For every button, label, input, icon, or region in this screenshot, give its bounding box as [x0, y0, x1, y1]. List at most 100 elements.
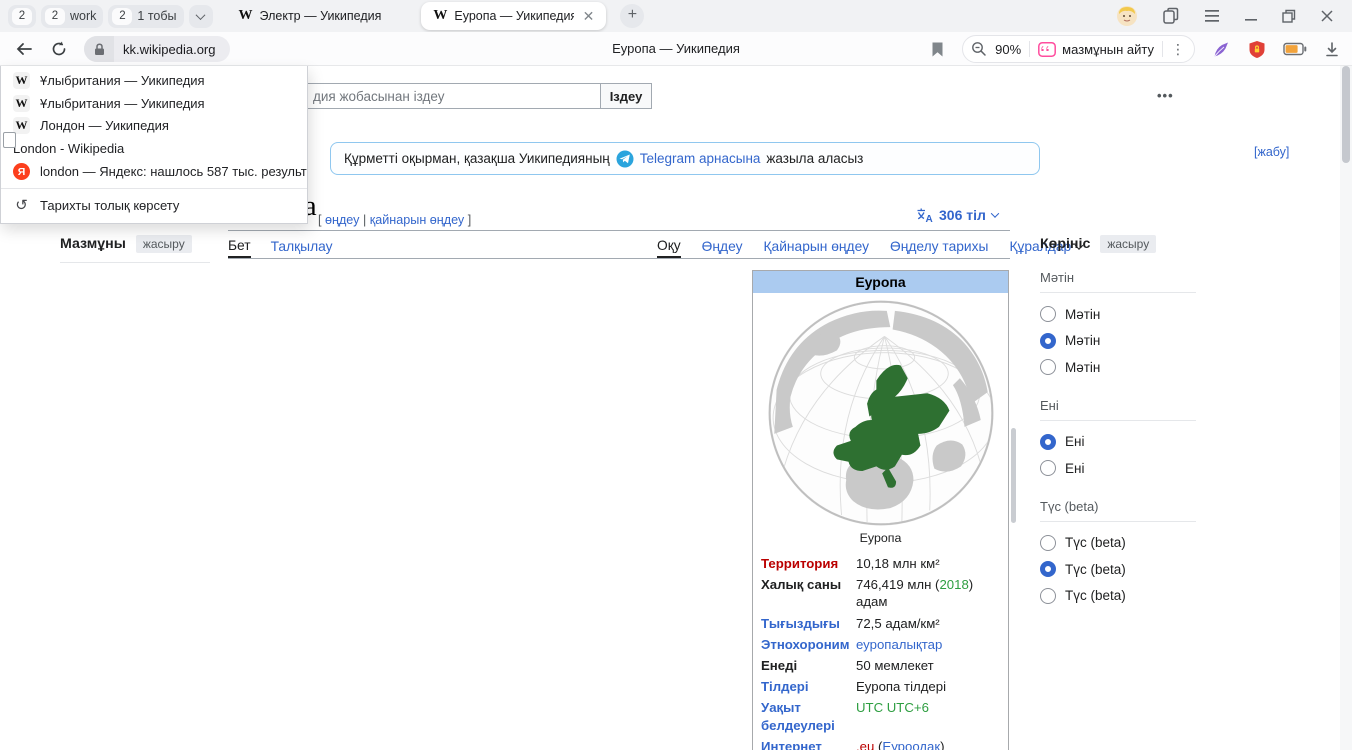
- downloads-icon[interactable]: [1324, 41, 1340, 58]
- radio-option[interactable]: Түс (beta): [1040, 583, 1196, 610]
- new-tab-button[interactable]: +: [620, 4, 644, 28]
- suggestion-text: London - Wikipedia: [13, 141, 124, 156]
- tab-group-chip[interactable]: 2: [8, 5, 36, 28]
- address-bar[interactable]: kk.wikipedia.org: [84, 36, 230, 62]
- sidebar-panels-icon[interactable]: [1162, 7, 1180, 25]
- window-scrollbar-thumb[interactable]: [1342, 66, 1350, 163]
- radio-button-icon[interactable]: [1040, 460, 1056, 476]
- europe-globe-map[interactable]: [765, 297, 997, 529]
- radio-option-label: Мәтін: [1065, 360, 1100, 375]
- suggestion-item[interactable]: Лондон — Уикипедия: [1, 115, 307, 138]
- window-scrollbar[interactable]: [1340, 66, 1352, 750]
- wikipedia-favicon-icon: W: [239, 8, 253, 24]
- telegram-banner: Құрметті оқырман, қазақша Уикипедияның T…: [330, 142, 1040, 175]
- battery-icon[interactable]: [1283, 42, 1307, 56]
- radio-button-icon[interactable]: [1040, 434, 1056, 450]
- article-body: [228, 270, 742, 283]
- zoom-magnifier-icon[interactable]: [971, 41, 987, 57]
- infobox-row-label: Енеді: [753, 655, 856, 676]
- bookmark-icon[interactable]: [930, 41, 945, 58]
- wiki-search-button[interactable]: Іздеу: [600, 83, 652, 109]
- radio-option[interactable]: Түс (beta): [1040, 556, 1196, 583]
- suggestion-item[interactable]: Ұлыбритания — Уикипедия: [1, 92, 307, 115]
- radio-button-icon[interactable]: [1040, 561, 1056, 577]
- infobox-row: Енеді 50 мемлекет: [753, 655, 1008, 676]
- minimize-button[interactable]: [1244, 10, 1258, 22]
- reload-button[interactable]: [50, 40, 68, 58]
- namespace-tab[interactable]: Талқылау: [271, 235, 333, 258]
- view-tab[interactable]: Қайнарын өңдеу: [764, 235, 870, 258]
- tab-label: Қайнарын өңдеу: [764, 239, 870, 254]
- back-button[interactable]: [14, 40, 34, 58]
- radio-option-label: Түс (beta): [1065, 535, 1126, 550]
- inline-link[interactable]: Еуроодақ: [882, 739, 940, 750]
- title-edit-links[interactable]: [ өңдеу | қайнарын өңдеу ]: [318, 213, 471, 227]
- suggestion-item[interactable]: Ұлыбритания — Уикипедия: [1, 69, 307, 92]
- inline-link[interactable]: UTC UTC+6: [856, 700, 929, 715]
- infobox-row-label: Этнохороним: [753, 634, 856, 655]
- wikipedia-favicon-icon: W: [433, 8, 447, 24]
- browser-tab[interactable]: W Еуропа — Уикипедия ✕: [421, 2, 606, 30]
- history-icon: [13, 197, 30, 214]
- menu-icon[interactable]: [1204, 9, 1220, 23]
- radio-button-icon[interactable]: [1040, 359, 1056, 375]
- appearance-options: Ені Ені: [1040, 429, 1196, 482]
- inline-link[interactable]: өңдеу: [325, 213, 359, 227]
- appearance-section: Мәтін Мәтін Мәтін: [1040, 270, 1196, 381]
- view-tab[interactable]: Өңдеу: [702, 235, 743, 258]
- content-scrollbar-thumb[interactable]: [1011, 428, 1016, 523]
- lock-icon[interactable]: [84, 36, 114, 62]
- radio-button-icon[interactable]: [1040, 333, 1056, 349]
- radio-option[interactable]: Ені: [1040, 455, 1196, 482]
- text-segment: 72,5 адам/км²: [856, 616, 940, 631]
- appearance-hide-button[interactable]: жасыру: [1100, 235, 1156, 253]
- address-url: kk.wikipedia.org: [114, 42, 230, 57]
- text-segment: ]: [464, 213, 471, 227]
- suggestion-item[interactable]: london — Яндекс: нашлось 587 тыс. резуль…: [1, 160, 307, 183]
- toc-hide-button[interactable]: жасыру: [136, 235, 192, 253]
- view-tab[interactable]: Өңделу тарихы: [890, 235, 988, 258]
- header-more-button[interactable]: •••: [1157, 88, 1174, 103]
- radio-button-icon[interactable]: [1040, 588, 1056, 604]
- radio-option[interactable]: Мәтін: [1040, 328, 1196, 355]
- zoom-level[interactable]: 90%: [995, 42, 1021, 57]
- inline-link[interactable]: 2018: [939, 577, 968, 592]
- protect-shield-icon[interactable]: [1248, 40, 1266, 59]
- radio-option[interactable]: Мәтін: [1040, 354, 1196, 381]
- tab-group-chip[interactable]: 2 work: [41, 5, 103, 28]
- appearance-options: Түс (beta) Түс (beta) Түс (beta): [1040, 530, 1196, 610]
- text-segment: [: [318, 213, 325, 227]
- show-full-history-item[interactable]: Тарихты толық көрсету: [1, 194, 307, 217]
- restore-button[interactable]: [1282, 9, 1296, 23]
- read-aloud-button[interactable]: мазмұнын айту: [1038, 42, 1154, 57]
- tab-groups-expand-button[interactable]: [189, 5, 213, 28]
- tab-close-icon[interactable]: ✕: [583, 8, 595, 25]
- yandex-pen-icon[interactable]: [1212, 40, 1231, 59]
- radio-option[interactable]: Мәтін: [1040, 301, 1196, 328]
- radio-button-icon[interactable]: [1040, 306, 1056, 322]
- banner-close-link[interactable]: [жабу]: [1254, 145, 1289, 159]
- tab-group-label: work: [70, 9, 99, 23]
- inline-link[interactable]: еуропалықтар: [856, 637, 942, 652]
- view-tab[interactable]: Оқу: [657, 235, 681, 258]
- text-segment: 746,419 млн (: [856, 577, 939, 592]
- namespace-tab[interactable]: Бет: [228, 235, 251, 258]
- radio-button-icon[interactable]: [1040, 535, 1056, 551]
- text-segment: |: [359, 213, 369, 227]
- banner-text-after: жазыла аласыз: [766, 151, 863, 166]
- browser-tab[interactable]: W Электр — Уикипедия ✕: [227, 2, 394, 30]
- tab-group-chip[interactable]: 2 1 тобы: [108, 5, 183, 28]
- suggestion-item[interactable]: London - Wikipedia: [1, 137, 307, 160]
- radio-option[interactable]: Ені: [1040, 429, 1196, 456]
- more-options-icon[interactable]: ⋮: [1171, 41, 1186, 58]
- language-selector[interactable]: A 306 тіл: [916, 207, 998, 223]
- page-title-center: Еуропа — Уикипедия: [612, 41, 740, 56]
- suggestion-list: Ұлыбритания — Уикипедия Ұлыбритания — Уи…: [1, 69, 307, 183]
- profile-avatar[interactable]: [1116, 5, 1138, 27]
- tab-label: Өңделу тарихы: [890, 239, 988, 254]
- telegram-channel-link[interactable]: Telegram арнасына: [640, 151, 761, 166]
- wiki-search-input[interactable]: [305, 83, 601, 109]
- radio-option[interactable]: Түс (beta): [1040, 530, 1196, 557]
- close-window-button[interactable]: [1320, 9, 1334, 23]
- inline-link[interactable]: қайнарын өңдеу: [370, 213, 464, 227]
